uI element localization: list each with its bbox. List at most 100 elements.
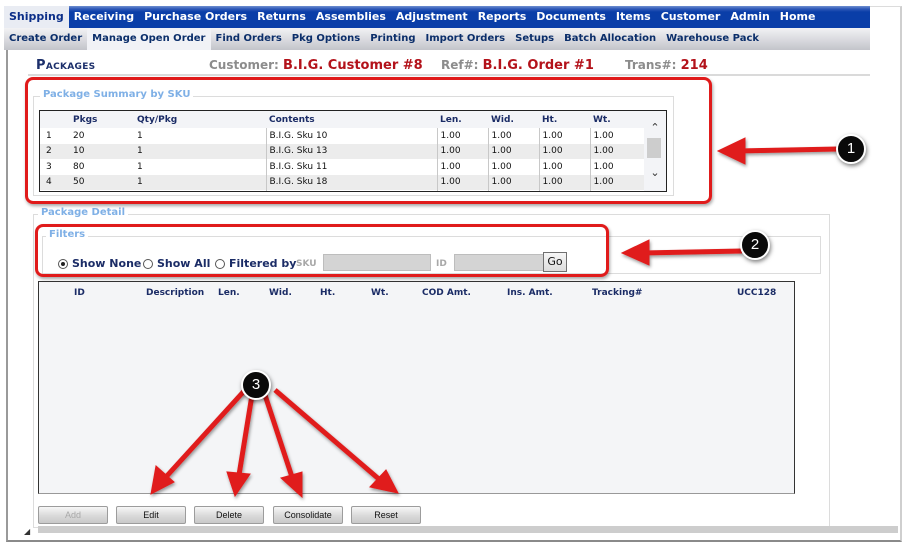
radio-show-all-label: Show All — [157, 257, 211, 270]
cell-wt: 1.00 — [590, 128, 645, 144]
id-input[interactable] — [454, 254, 544, 271]
col-wt[interactable]: Wt. — [371, 288, 389, 298]
customer-value: B.I.G. Customer #8 — [283, 58, 423, 73]
customer-field: Customer: B.I.G. Customer #8 — [209, 58, 423, 73]
cell-wt: 1.00 — [590, 143, 645, 159]
cell-wid: 1.00 — [488, 174, 540, 190]
submenu-pkg-options[interactable]: Pkg Options — [287, 28, 365, 50]
submenu-manage-open-order[interactable]: Manage Open Order — [87, 28, 211, 50]
reset-button[interactable]: Reset — [351, 506, 421, 524]
menu-reports[interactable]: Reports — [473, 6, 532, 28]
package-summary-fieldset: Package Summary by SKU Pkgs Qty/Pkg Cont… — [33, 89, 674, 196]
submenu-batch-allocation[interactable]: Batch Allocation — [559, 28, 661, 50]
cell-rownum: 4 — [40, 174, 70, 190]
submenu-create-order[interactable]: Create Order — [4, 28, 87, 50]
cell-contents: B.I.G. Sku 10 — [266, 128, 438, 144]
resize-grip-icon[interactable]: ◢ — [24, 527, 30, 536]
col-ins-amt[interactable]: Ins. Amt. — [507, 288, 553, 298]
radio-show-none-label: Show None — [72, 257, 142, 270]
menu-shipping[interactable]: Shipping — [4, 6, 69, 28]
consolidate-button[interactable]: Consolidate — [273, 506, 343, 524]
add-button[interactable]: Add — [38, 506, 108, 524]
submenu-find-orders[interactable]: Find Orders — [211, 28, 287, 50]
cell-qty-pkg: 1 — [134, 159, 267, 175]
menu-purchase-orders[interactable]: Purchase Orders — [139, 6, 252, 28]
radio-selected-icon — [58, 258, 68, 269]
col-cod-amt[interactable]: COD Amt. — [422, 288, 471, 298]
submenu-printing[interactable]: Printing — [365, 28, 420, 50]
table-row[interactable]: 3 80 1 B.I.G. Sku 11 1.00 1.00 1.00 1.00 — [40, 159, 645, 175]
sku-label: SKU — [296, 259, 317, 269]
col-description[interactable]: Description — [146, 288, 204, 298]
col-id[interactable]: ID — [74, 288, 85, 298]
package-summary-legend: Package Summary by SKU — [40, 89, 194, 100]
radio-show-none[interactable]: Show None — [58, 257, 141, 270]
menu-items[interactable]: Items — [611, 6, 656, 28]
chevron-down-icon[interactable]: ⌄ — [648, 167, 662, 179]
chevron-up-icon[interactable]: ⌃ — [648, 122, 662, 134]
summary-scrollbar[interactable]: ⌃ ⌄ — [644, 111, 666, 191]
sub-menu: Create Order Manage Open Order Find Orde… — [4, 28, 870, 50]
cell-ht: 1.00 — [539, 143, 591, 159]
menu-home[interactable]: Home — [775, 6, 821, 28]
package-detail-grid: ID Description Len. Wid. Ht. Wt. COD Amt… — [38, 281, 795, 494]
page-title: Packages — [36, 58, 96, 73]
package-detail-fieldset: Package Detail Filters Show None Show Al… — [33, 207, 830, 528]
submenu-warehouse-pack[interactable]: Warehouse Pack — [661, 28, 764, 50]
cell-len: 1.00 — [437, 143, 489, 159]
radio-unselected-icon — [143, 258, 153, 269]
cell-rownum: 3 — [46, 161, 52, 172]
radio-filtered-by-label: Filtered by — [229, 257, 297, 270]
menu-customer[interactable]: Customer — [656, 6, 726, 28]
menu-returns[interactable]: Returns — [252, 6, 311, 28]
col-pkgs[interactable]: Pkgs — [70, 111, 134, 128]
trans-value: 214 — [680, 58, 708, 73]
delete-button[interactable]: Delete — [194, 506, 264, 524]
menu-documents[interactable]: Documents — [531, 6, 611, 28]
customer-label: Customer: — [209, 58, 279, 72]
cell-wid: 1.00 — [488, 143, 540, 159]
submenu-setups[interactable]: Setups — [510, 28, 559, 50]
col-qty-pkg[interactable]: Qty/Pkg — [134, 111, 266, 128]
cell-pkgs: 80 — [73, 161, 85, 172]
table-row[interactable]: 1 20 1 B.I.G. Sku 10 1.00 1.00 1.00 1.00 — [40, 128, 645, 144]
menu-admin[interactable]: Admin — [725, 6, 774, 28]
col-len[interactable]: Len. — [218, 288, 240, 298]
sku-input[interactable] — [323, 254, 431, 271]
main-menu: Shipping Receiving Purchase Orders Retur… — [4, 6, 870, 28]
col-tracking[interactable]: Tracking# — [592, 288, 642, 298]
submenu-import-orders[interactable]: Import Orders — [421, 28, 511, 50]
cell-wid: 1.00 — [488, 128, 540, 144]
menu-assemblies[interactable]: Assemblies — [311, 6, 391, 28]
col-ht[interactable]: Ht. — [320, 288, 335, 298]
cell-qty-pkg: 1 — [134, 174, 267, 190]
cell-rownum: 2 — [40, 143, 70, 159]
cell-wt: 1.00 — [590, 174, 645, 190]
table-row[interactable]: 4 50 1 B.I.G. Sku 18 1.00 1.00 1.00 1.00 — [40, 174, 645, 190]
cell-qty-pkg: 1 — [134, 128, 267, 144]
col-wt[interactable]: Wt. — [590, 111, 644, 128]
cell-contents: B.I.G. Sku 11 — [266, 159, 438, 175]
horizontal-scrollbar[interactable] — [38, 526, 898, 533]
edit-button[interactable]: Edit — [116, 506, 186, 524]
table-row[interactable]: 2 10 1 B.I.G. Sku 13 1.00 1.00 1.00 1.00 — [40, 143, 645, 159]
col-wid[interactable]: Wid. — [488, 111, 539, 128]
menu-receiving[interactable]: Receiving — [69, 6, 139, 28]
scroll-thumb[interactable] — [647, 138, 661, 158]
col-ucc128[interactable]: UCC128 — [737, 288, 776, 298]
go-button[interactable]: Go — [543, 252, 567, 272]
cell-wt: 1.00 — [590, 159, 645, 175]
col-contents[interactable]: Contents — [266, 111, 437, 128]
radio-show-all[interactable]: Show All — [143, 257, 210, 270]
package-detail-legend: Package Detail — [38, 207, 129, 218]
col-rownum — [40, 111, 70, 128]
cell-len: 1.00 — [437, 159, 489, 175]
cell-len: 1.00 — [437, 128, 489, 144]
col-wid[interactable]: Wid. — [269, 288, 292, 298]
radio-filtered-by[interactable]: Filtered by — [215, 257, 296, 270]
ref-label: Ref#: — [441, 58, 479, 72]
menu-adjustment[interactable]: Adjustment — [391, 6, 473, 28]
col-ht[interactable]: Ht. — [539, 111, 590, 128]
page-header: Packages Customer: B.I.G. Customer #8 Re… — [28, 56, 870, 76]
col-len[interactable]: Len. — [437, 111, 488, 128]
